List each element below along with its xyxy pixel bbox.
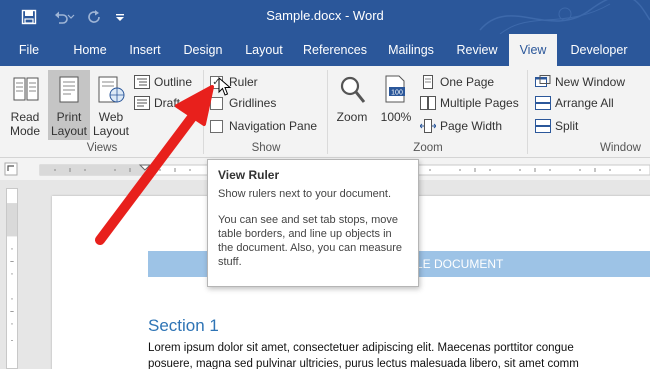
mouse-cursor-icon	[218, 77, 232, 96]
view-ruler-tooltip: View Ruler Show rulers next to your docu…	[207, 159, 419, 287]
tooltip-description: You can see and set tab stops, move tabl…	[218, 214, 403, 268]
tooltip-title: View Ruler	[218, 168, 280, 182]
tooltip-summary: Show rulers next to your document.	[218, 188, 392, 200]
